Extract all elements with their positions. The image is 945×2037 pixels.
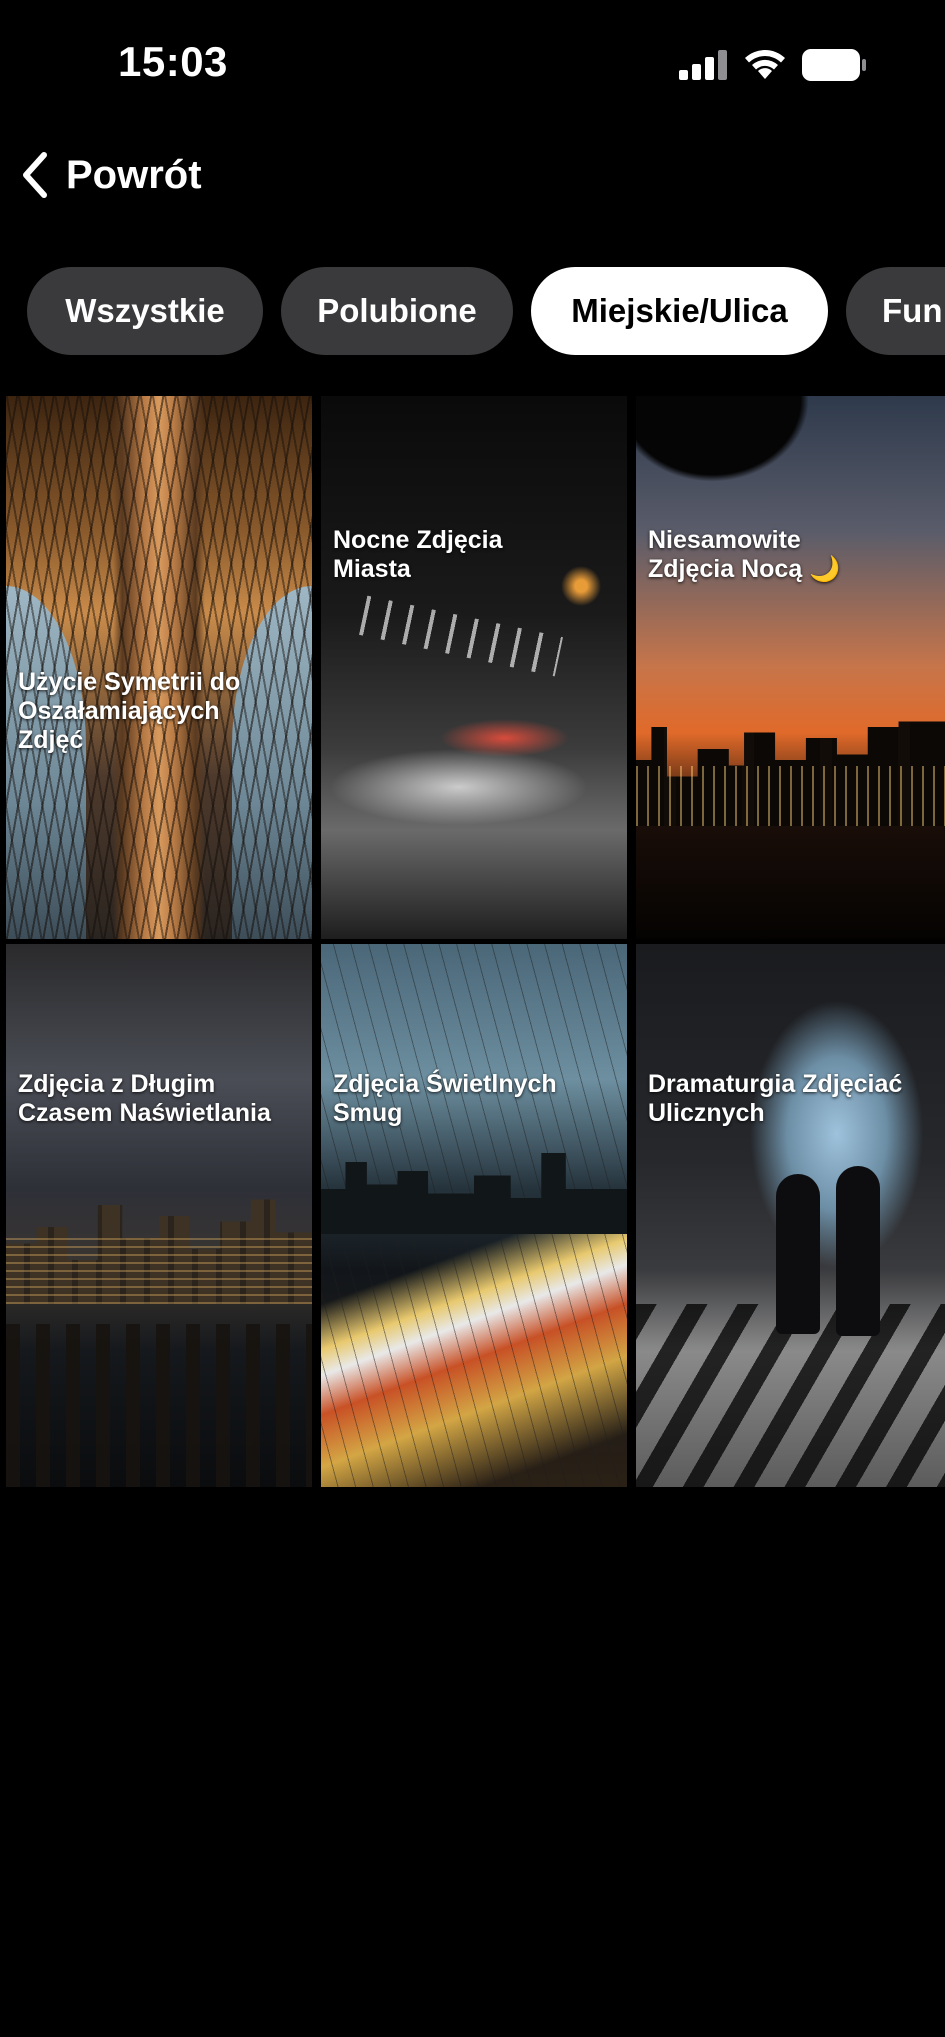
signal-icon (679, 50, 727, 80)
chip-urban-street[interactable]: Miejskie/Ulica (531, 267, 828, 355)
card-title: Zdjęcia Świetlnych Smug (333, 1070, 557, 1127)
empty-area (0, 1487, 945, 2037)
card-light-trails[interactable]: Zdjęcia Świetlnych Smug (321, 944, 627, 1487)
chip-liked[interactable]: Polubione (281, 267, 513, 355)
card-title: Zdjęcia z Długim Czasem Naświetlania (18, 1070, 271, 1127)
card-title: Niesamowite Zdjęcia Nocą 🌙 (648, 526, 841, 583)
chevron-left-icon (23, 152, 47, 198)
status-time: 15:03 (118, 38, 228, 85)
card-street-drama[interactable]: Dramaturgia Zdjęciać Ulicznych (636, 944, 945, 1487)
card-title: Użycie Symetrii do Oszałamiających Zdjęć (18, 668, 241, 754)
card-long-exposure[interactable]: Zdjęcia z Długim Czasem Naświetlania (6, 944, 312, 1487)
status-bar: 15:03 (0, 0, 945, 130)
card-title: Nocne Zdjęcia Miasta (333, 526, 503, 583)
back-button[interactable]: Powrót (18, 140, 202, 210)
card-title: Dramaturgia Zdjęciać Ulicznych (648, 1070, 903, 1127)
status-icons (679, 48, 867, 82)
battery-icon (802, 49, 866, 81)
chip-fun[interactable]: Fun (846, 267, 945, 355)
card-night-city[interactable]: Nocne Zdjęcia Miasta (321, 396, 627, 939)
filter-chips: Wszystkie Polubione Miejskie/Ulica Fun (0, 267, 945, 355)
chip-all[interactable]: Wszystkie (27, 267, 263, 355)
wifi-icon (745, 50, 785, 79)
card-amazing-night[interactable]: Niesamowite Zdjęcia Nocą 🌙 (636, 396, 945, 939)
card-image (321, 396, 627, 939)
back-label: Powrót (66, 152, 202, 197)
card-symmetry[interactable]: Użycie Symetrii do Oszałamiających Zdjęć (6, 396, 312, 939)
